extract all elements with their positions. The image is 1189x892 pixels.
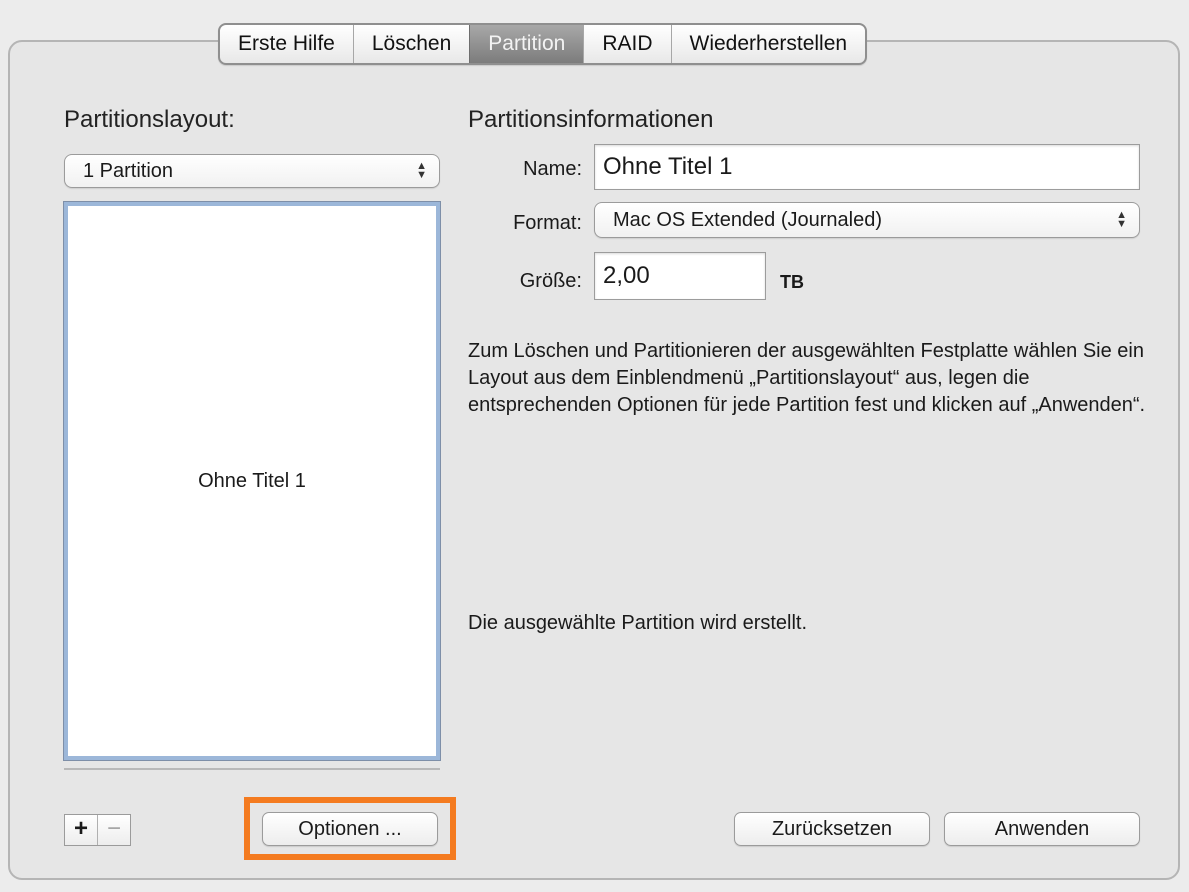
- partition-info-title: Partitionsinformationen: [468, 106, 714, 133]
- reset-button[interactable]: Zurücksetzen: [734, 812, 930, 846]
- partition-map-divider: [64, 768, 440, 770]
- tab-restore[interactable]: Wiederherstellen: [670, 25, 866, 63]
- size-field[interactable]: 2,00: [594, 252, 766, 300]
- tab-bar: Erste Hilfe Löschen Partition RAID Wiede…: [218, 23, 868, 65]
- options-highlight-box: [244, 797, 456, 860]
- name-field[interactable]: Ohne Titel 1: [594, 144, 1140, 190]
- status-text: Die ausgewählte Partition wird erstellt.: [468, 612, 808, 634]
- format-popup[interactable]: Mac OS Extended (Journaled) ▲ ▼: [594, 202, 1140, 238]
- size-unit: TB: [780, 272, 804, 292]
- tab-erase[interactable]: Löschen: [352, 25, 469, 63]
- size-label: Größe:: [519, 270, 582, 292]
- apply-button[interactable]: Anwenden: [944, 812, 1140, 846]
- format-label: Format:: [513, 212, 582, 234]
- tab-partition[interactable]: Partition: [469, 25, 584, 63]
- add-remove-control: + −: [64, 814, 131, 846]
- name-label: Name:: [523, 158, 582, 180]
- partition-block-label: Ohne Titel 1: [198, 469, 306, 492]
- remove-partition-button[interactable]: −: [98, 815, 130, 845]
- instructions-text: Zum Löschen und Partitionieren der ausge…: [468, 340, 1146, 416]
- partition-layout-label: Partitionslayout:: [64, 106, 235, 133]
- popup-arrows-icon: ▲ ▼: [416, 160, 427, 181]
- partition-map[interactable]: Ohne Titel 1: [63, 201, 441, 761]
- partition-layout-value: 1 Partition: [83, 159, 174, 182]
- tab-raid[interactable]: RAID: [583, 25, 670, 63]
- format-value: Mac OS Extended (Journaled): [613, 208, 883, 231]
- popup-arrows-icon: ▲ ▼: [1116, 209, 1127, 230]
- add-partition-button[interactable]: +: [65, 815, 98, 845]
- partition-layout-popup[interactable]: 1 Partition ▲ ▼: [64, 154, 440, 188]
- tab-first-aid[interactable]: Erste Hilfe: [220, 25, 353, 63]
